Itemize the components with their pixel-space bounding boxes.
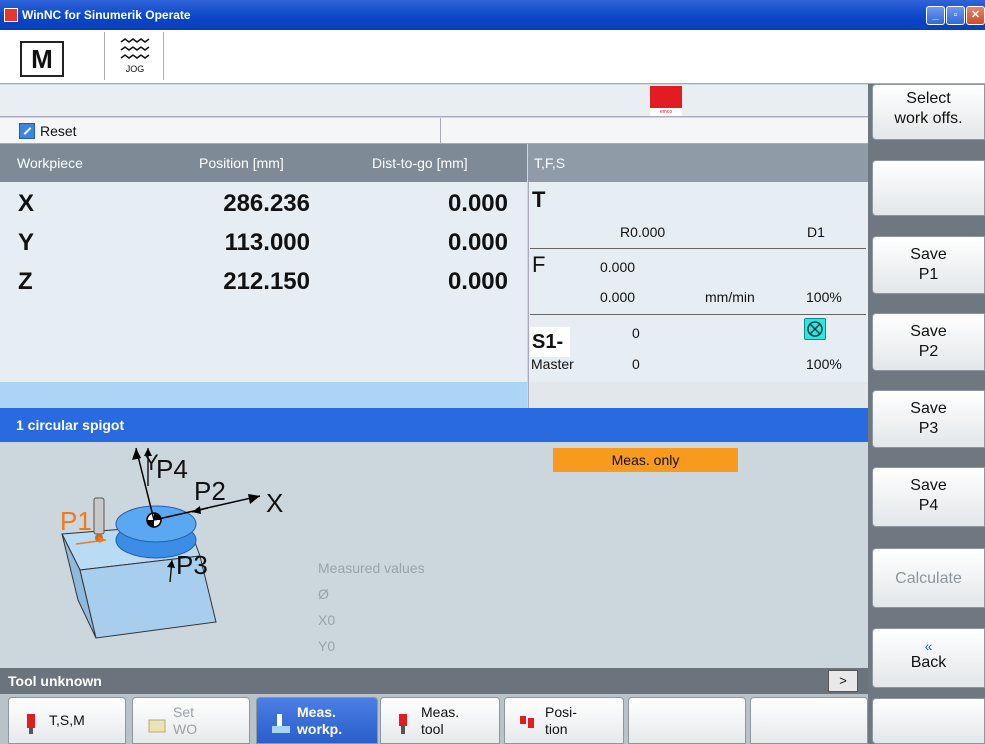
- title-bar: WinNC for Sinumerik Operate _ ▫ ✕: [0, 0, 985, 30]
- axis-position-y: 113.000: [224, 229, 310, 256]
- softkey-select-work-offs[interactable]: Select work offs.: [872, 84, 985, 140]
- softkey-save-p3[interactable]: Save P3: [872, 390, 985, 448]
- softkey-calculate[interactable]: Calculate: [872, 548, 985, 608]
- measured-values-label: Measured values: [318, 560, 425, 576]
- softkey-back[interactable]: « Back: [872, 628, 985, 688]
- feed-setpoint: 0.000: [600, 289, 636, 305]
- channel-status-row: [0, 118, 868, 144]
- window-title: WinNC for Sinumerik Operate: [22, 8, 191, 22]
- axis-name-y: Y: [18, 229, 35, 256]
- sketch-label-x: X: [266, 488, 283, 518]
- feed-override: 100%: [806, 289, 842, 305]
- app-icon: [4, 8, 18, 22]
- measured-diameter-label: Ø: [318, 586, 329, 602]
- feed-label: F: [532, 252, 546, 277]
- spindle-override: 100%: [806, 356, 842, 372]
- tfs-header: T,F,S: [528, 144, 868, 182]
- softkey-empty-7[interactable]: [750, 697, 868, 744]
- tool-label: T: [532, 187, 546, 212]
- sketch-label-p2: P2: [194, 476, 226, 506]
- axis-dist-to-go-z: 0.000: [447, 268, 508, 295]
- more-button[interactable]: >: [828, 670, 858, 692]
- master-value: 0: [632, 356, 640, 372]
- spigot-sketch: Y P4 P2 X P3 P1: [60, 447, 283, 639]
- back-chevron-icon: «: [924, 638, 933, 654]
- axis-footer-bar: [0, 382, 527, 408]
- feed-value: 0.000: [600, 259, 636, 275]
- softkey-tsm[interactable]: T,S,M: [8, 697, 126, 744]
- program-path-row: [0, 85, 868, 117]
- axis-position-x: 286.236: [223, 190, 310, 217]
- column-header-dist-to-go: Dist-to-go [mm]: [372, 155, 468, 171]
- machine-icon[interactable]: M: [20, 41, 64, 77]
- master-label: Master: [531, 356, 574, 372]
- column-header-position: Position [mm]: [199, 155, 284, 171]
- cycle-title-bar: 1 circular spigot: [0, 408, 868, 442]
- maximize-button[interactable]: ▫: [946, 6, 965, 25]
- column-header-workpiece: Workpiece: [17, 155, 83, 171]
- tfs-footer: [528, 382, 868, 408]
- softkey-save-p2[interactable]: Save P2: [872, 313, 985, 371]
- meas-tool-icon: [399, 714, 407, 734]
- minimize-button[interactable]: _: [926, 6, 945, 25]
- tool-d-number: D1: [807, 224, 825, 240]
- jog-label: JOG: [125, 64, 145, 74]
- meas-only-badge: Meas. only: [553, 448, 738, 472]
- sketch-label-p1: P1: [60, 506, 92, 536]
- logo-subtext: emco: [650, 108, 682, 116]
- measured-x0-label: X0: [318, 612, 336, 628]
- softkey-set-wo[interactable]: Set WO: [132, 697, 250, 744]
- spindle-stop-icon: [804, 318, 826, 340]
- tfs-header-label: T,F,S: [534, 155, 566, 171]
- softkey-empty-6[interactable]: [628, 697, 746, 744]
- tool-icon: [27, 714, 35, 734]
- measured-y0-label: Y0: [318, 638, 336, 654]
- reset-icon: [19, 123, 35, 139]
- cycle-title: 1 circular spigot: [16, 417, 125, 433]
- softkey-position[interactable]: Posi-tion: [504, 697, 624, 744]
- position-icon: [520, 716, 534, 728]
- status-bar: [0, 668, 868, 694]
- softkey-tsm-label: T,S,M: [49, 712, 85, 728]
- feed-unit: mm/min: [705, 289, 755, 305]
- wave-icon: [120, 38, 150, 59]
- softkey-set-wo-label: Set WO: [173, 704, 198, 737]
- mode-bar: M JOG: [0, 30, 985, 84]
- softkey-empty-right-bottom[interactable]: [872, 698, 985, 744]
- spindle-label: S1-: [530, 327, 570, 357]
- axis-name-x: X: [18, 190, 35, 217]
- channel-state: Reset: [40, 123, 77, 139]
- softkey-save-p4[interactable]: Save P4: [872, 467, 985, 527]
- sketch-label-p4: P4: [156, 454, 188, 484]
- softkey-empty-right[interactable]: [872, 160, 985, 216]
- axis-name-z: Z: [18, 268, 33, 295]
- tool-radius: R0.000: [620, 224, 666, 240]
- meas-workpiece-icon: [272, 714, 290, 733]
- softkey-meas-tool[interactable]: Meas. tool: [380, 697, 500, 744]
- axis-table-header: Workpiece Position [mm] Dist-to-go [mm]: [0, 144, 527, 182]
- axis-position-z: 212.150: [223, 268, 310, 295]
- axis-dist-to-go-y: 0.000: [447, 229, 508, 256]
- set-wo-icon: [148, 719, 166, 733]
- close-button[interactable]: ✕: [966, 6, 985, 25]
- axis-dist-to-go-x: 0.000: [447, 190, 508, 217]
- softkey-meas-tool-label: Meas. tool: [421, 704, 460, 737]
- sketch-label-p3: P3: [176, 550, 208, 580]
- status-message: Tool unknown: [8, 673, 102, 689]
- softkey-meas-workp-label: Meas. workp.: [297, 704, 343, 737]
- softkey-save-p1[interactable]: Save P1: [872, 236, 985, 294]
- jog-mode-icon[interactable]: JOG: [104, 32, 164, 80]
- softkey-position-label: Posi-tion: [545, 704, 577, 737]
- spindle-value: 0: [632, 325, 640, 341]
- softkey-meas-workp[interactable]: Meas. workp.: [256, 697, 378, 744]
